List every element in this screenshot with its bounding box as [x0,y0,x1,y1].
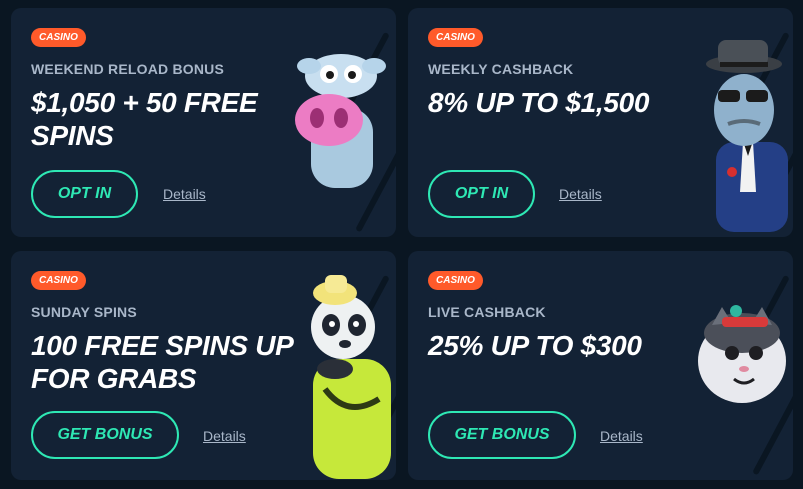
promo-headline: 100 FREE SPINS UP FOR GRABS [31,330,293,394]
category-badge: CASINO [31,28,86,47]
promo-subtitle: LIVE CASHBACK [428,304,546,320]
get-bonus-button[interactable]: GET BONUS [31,411,179,459]
category-badge: CASINO [31,271,86,290]
details-link[interactable]: Details [559,186,602,202]
promo-subtitle: WEEKLY CASHBACK [428,61,574,77]
get-bonus-button[interactable]: GET BONUS [428,411,576,459]
cat-mascot-image [698,305,786,403]
category-badge: CASINO [428,271,483,290]
promo-subtitle: SUNDAY SPINS [31,304,137,320]
details-link[interactable]: Details [600,428,643,444]
opt-in-button[interactable]: OPT IN [31,170,138,218]
promo-card-weekly-cashback: CASINO WEEKLY CASHBACK 8% UP TO $1,500 O… [408,8,793,237]
details-link[interactable]: Details [163,186,206,202]
details-link[interactable]: Details [203,428,246,444]
gangster-mascot-image [706,40,788,232]
promo-subtitle: WEEKEND RELOAD BONUS [31,61,225,77]
promo-card-sunday-spins: CASINO SUNDAY SPINS 100 FREE SPINS UP FO… [11,251,396,480]
promo-card-live-cashback: CASINO LIVE CASHBACK 25% UP TO $300 GET … [408,251,793,480]
promo-headline: 25% UP TO $300 [428,330,642,361]
cow-mascot-image [295,54,386,188]
opt-in-button[interactable]: OPT IN [428,170,535,218]
panda-mascot-image [311,275,391,479]
promo-headline: $1,050 + 50 FREE SPINS [31,87,258,151]
promo-card-weekend-reload: CASINO WEEKEND RELOAD BONUS $1,050 + 50 … [11,8,396,237]
category-badge: CASINO [428,28,483,47]
promo-headline: 8% UP TO $1,500 [428,87,650,118]
